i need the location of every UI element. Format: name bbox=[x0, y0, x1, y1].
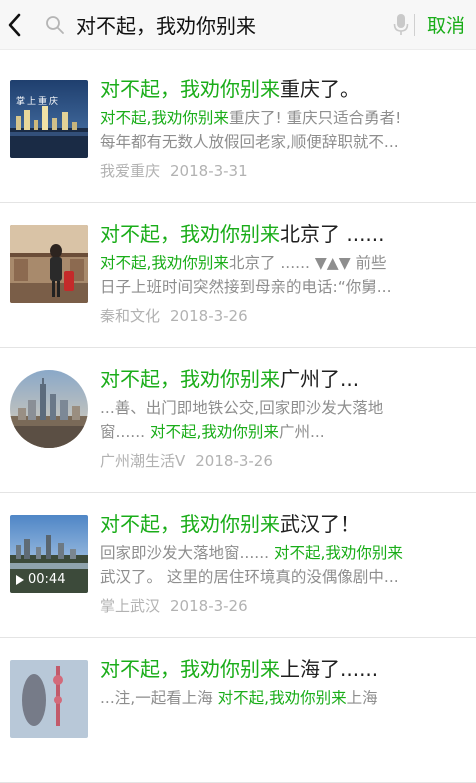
snippet-text: ...善、出门即地铁公交,回家即沙发大落地 bbox=[100, 399, 384, 417]
source-name: 掌上武汉 bbox=[100, 597, 161, 615]
list-item[interactable]: 掌上重庆 对不起，我劝你别来重庆了。 对不起,我劝你别来重庆了! 重庆只适合勇者… bbox=[0, 58, 476, 203]
article-title: 对不起，我劝你别来广州了... bbox=[100, 364, 464, 394]
list-item[interactable]: 对不起，我劝你别来广州了... ...善、出门即地铁公交,回家即沙发大落地 窗.… bbox=[0, 348, 476, 493]
article-meta: 广州潮生活V 2018-3-26 bbox=[100, 450, 464, 471]
video-thumbnail: 00:44 bbox=[10, 515, 88, 593]
keyword-highlight: 对不起,我劝你别来 bbox=[100, 109, 229, 127]
keyword-highlight: 对不起,我劝你别来 bbox=[217, 689, 347, 707]
article-meta: 我爱重庆 2018-3-31 bbox=[100, 160, 464, 181]
title-rest: 武汉了！ bbox=[280, 512, 360, 536]
title-rest: 重庆了。 bbox=[280, 77, 360, 101]
snippet-text: 重庆了! 重庆只适合勇者! bbox=[228, 109, 402, 127]
search-header: 对不起，我劝你别来 取消 bbox=[0, 0, 476, 50]
snippet-text: 上海 bbox=[346, 689, 378, 707]
article-snippet: 回家即沙发大落地窗...... 对不起,我劝你别来 武汉了。 这里的居住环境真的… bbox=[100, 541, 464, 589]
source-name: 广州潮生活V bbox=[100, 452, 186, 470]
search-icon bbox=[44, 14, 66, 36]
list-item[interactable]: 对不起，我劝你别来北京了 ...... 对不起,我劝你别来北京了 ...... … bbox=[0, 203, 476, 348]
keyword-highlight: 对不起,我劝你别来 bbox=[100, 254, 229, 272]
keyword-highlight: 对不起，我劝你别来 bbox=[100, 367, 280, 391]
chevron-left-icon bbox=[8, 13, 21, 36]
source-name: 秦和文化 bbox=[100, 307, 161, 325]
play-icon bbox=[16, 574, 24, 585]
publish-date: 2018-3-31 bbox=[170, 162, 248, 180]
keyword-highlight: 对不起,我劝你别来 bbox=[150, 423, 279, 441]
article-thumbnail bbox=[10, 370, 88, 448]
publish-date: 2018-3-26 bbox=[195, 452, 273, 470]
thumbnail-caption: 掌上重庆 bbox=[16, 97, 61, 107]
snippet-text: 日子上班时间突然接到母亲的电话:“你舅... bbox=[100, 278, 392, 296]
article-thumbnail bbox=[10, 660, 88, 738]
back-button[interactable] bbox=[0, 0, 28, 50]
article-title: 对不起，我劝你别来重庆了。 bbox=[100, 74, 464, 104]
list-item[interactable]: 对不起，我劝你别来上海了...... ...注,一起看上海 对不起,我劝你别来上… bbox=[0, 638, 476, 783]
keyword-highlight: 对不起,我劝你别来 bbox=[274, 544, 403, 562]
keyword-highlight: 对不起，我劝你别来 bbox=[100, 512, 280, 536]
snippet-text: ...注,一起看上海 bbox=[100, 689, 218, 707]
article-title: 对不起，我劝你别来北京了 ...... bbox=[100, 219, 464, 249]
keyword-highlight: 对不起，我劝你别来 bbox=[100, 222, 280, 246]
keyword-highlight: 对不起，我劝你别来 bbox=[100, 77, 280, 101]
search-field[interactable]: 对不起，我劝你别来 bbox=[44, 7, 409, 43]
snippet-text: 广州... bbox=[278, 423, 325, 441]
article-snippet: 对不起,我劝你别来北京了 ...... ▼▲▼ 前些 日子上班时间突然接到母亲的… bbox=[100, 251, 464, 299]
article-meta: 秦和文化 2018-3-26 bbox=[100, 305, 464, 326]
search-results-list: 掌上重庆 对不起，我劝你别来重庆了。 对不起,我劝你别来重庆了! 重庆只适合勇者… bbox=[0, 58, 476, 783]
article-title: 对不起，我劝你别来武汉了！ bbox=[100, 509, 464, 539]
snippet-text: 窗...... bbox=[100, 423, 150, 441]
search-input[interactable]: 对不起，我劝你别来 bbox=[76, 10, 256, 39]
title-rest: 上海了...... bbox=[280, 657, 379, 681]
publish-date: 2018-3-26 bbox=[170, 597, 248, 615]
title-rest: 广州了... bbox=[280, 367, 360, 391]
microphone-icon[interactable] bbox=[392, 12, 410, 38]
article-snippet: 对不起,我劝你别来重庆了! 重庆只适合勇者! 每年都有无数人放假回老家,顺便辞职… bbox=[100, 106, 464, 154]
video-duration-badge: 00:44 bbox=[16, 572, 65, 587]
snippet-text: 北京了 ...... ▼▲▼ 前些 bbox=[228, 254, 387, 272]
article-thumbnail bbox=[10, 225, 88, 303]
list-item[interactable]: 00:44 对不起，我劝你别来武汉了！ 回家即沙发大落地窗...... 对不起,… bbox=[0, 493, 476, 638]
article-snippet: ...注,一起看上海 对不起,我劝你别来上海 bbox=[100, 686, 464, 734]
snippet-text: 每年都有无数人放假回老家,顺便辞职就不... bbox=[100, 133, 399, 151]
title-rest: 北京了 ...... bbox=[280, 222, 385, 246]
video-duration: 00:44 bbox=[28, 572, 66, 587]
publish-date: 2018-3-26 bbox=[170, 307, 248, 325]
keyword-highlight: 对不起，我劝你别来 bbox=[100, 657, 280, 681]
cancel-button[interactable]: 取消 bbox=[427, 11, 465, 38]
article-meta: 掌上武汉 2018-3-26 bbox=[100, 595, 464, 616]
source-name: 我爱重庆 bbox=[100, 162, 161, 180]
article-snippet: ...善、出门即地铁公交,回家即沙发大落地 窗...... 对不起,我劝你别来广… bbox=[100, 396, 464, 444]
divider bbox=[414, 13, 415, 36]
article-title: 对不起，我劝你别来上海了...... bbox=[100, 654, 464, 684]
article-thumbnail: 掌上重庆 bbox=[10, 80, 88, 158]
snippet-text: 回家即沙发大落地窗...... bbox=[100, 544, 274, 562]
snippet-text: 武汉了。 这里的居住环境真的没偶像剧中... bbox=[100, 568, 399, 586]
